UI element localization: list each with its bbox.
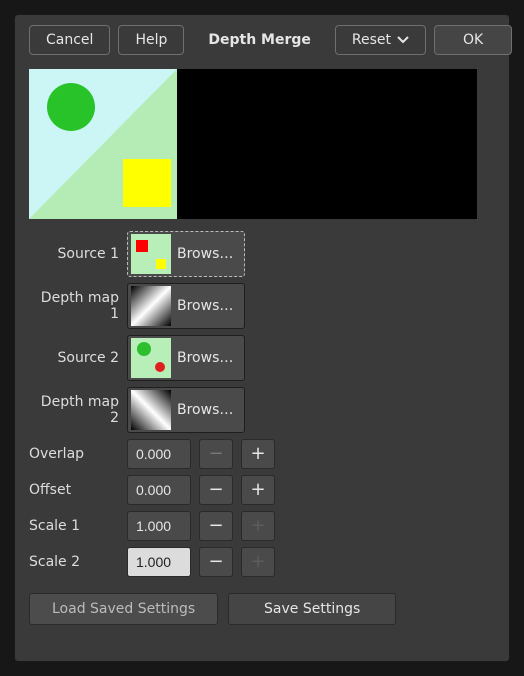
source1-label: Source 1 <box>29 246 119 262</box>
scale1-input[interactable] <box>127 511 191 541</box>
offset-minus-button[interactable]: − <box>199 475 233 505</box>
offset-label: Offset <box>29 482 119 498</box>
depthmap1-browse-label: Browse... <box>177 298 238 314</box>
depthmap2-label: Depth map 2 <box>29 394 119 426</box>
load-saved-settings-button[interactable]: Load Saved Settings <box>29 593 218 625</box>
overlap-row: Overlap − + <box>29 439 495 469</box>
source1-thumb-icon <box>131 234 171 274</box>
dialog-frame: Cancel Help Depth Merge Reset OK Source … <box>14 14 510 662</box>
depthmap2-thumb-icon <box>131 390 171 430</box>
source2-picker[interactable]: Browse... <box>127 335 245 381</box>
overlap-minus-button[interactable]: − <box>199 439 233 469</box>
bottom-row: Load Saved Settings Save Settings <box>29 593 495 625</box>
dialog-title: Depth Merge <box>200 32 319 48</box>
depthmap1-row: Depth map 1 Browse... <box>29 283 495 329</box>
reset-label: Reset <box>352 32 391 48</box>
source2-thumb-icon <box>131 338 171 378</box>
overlap-label: Overlap <box>29 446 119 462</box>
chevron-down-icon <box>397 36 409 44</box>
source2-label: Source 2 <box>29 350 119 366</box>
depthmap2-browse-label: Browse... <box>177 402 238 418</box>
depthmap1-thumb-icon <box>131 286 171 326</box>
content-area: Source 1 Browse... Depth map 1 Browse...… <box>15 63 509 661</box>
scale2-input[interactable] <box>127 547 191 577</box>
source1-picker[interactable]: Browse... <box>127 231 245 277</box>
source2-browse-label: Browse... <box>177 350 238 366</box>
save-settings-button[interactable]: Save Settings <box>228 593 396 625</box>
overlap-plus-button[interactable]: + <box>241 439 275 469</box>
depthmap2-picker[interactable]: Browse... <box>127 387 245 433</box>
scale2-row: Scale 2 − + <box>29 547 495 577</box>
reset-button[interactable]: Reset <box>335 25 426 55</box>
offset-row: Offset − + <box>29 475 495 505</box>
preview-image <box>29 69 477 219</box>
scale1-row: Scale 1 − + <box>29 511 495 541</box>
preview-graphic <box>29 69 177 219</box>
scale1-label: Scale 1 <box>29 518 119 534</box>
scale1-plus-button[interactable]: + <box>241 511 275 541</box>
scale2-minus-button[interactable]: − <box>199 547 233 577</box>
source1-row: Source 1 Browse... <box>29 231 495 277</box>
depthmap1-label: Depth map 1 <box>29 290 119 322</box>
scale1-minus-button[interactable]: − <box>199 511 233 541</box>
help-button[interactable]: Help <box>118 25 184 55</box>
cancel-button[interactable]: Cancel <box>29 25 110 55</box>
overlap-input[interactable] <box>127 439 191 469</box>
depthmap2-row: Depth map 2 Browse... <box>29 387 495 433</box>
source2-row: Source 2 Browse... <box>29 335 495 381</box>
scale2-plus-button[interactable]: + <box>241 547 275 577</box>
toolbar: Cancel Help Depth Merge Reset OK <box>15 15 509 63</box>
offset-input[interactable] <box>127 475 191 505</box>
ok-button[interactable]: OK <box>434 25 512 55</box>
source1-browse-label: Browse... <box>177 246 238 262</box>
scale2-label: Scale 2 <box>29 554 119 570</box>
depthmap1-picker[interactable]: Browse... <box>127 283 245 329</box>
offset-plus-button[interactable]: + <box>241 475 275 505</box>
